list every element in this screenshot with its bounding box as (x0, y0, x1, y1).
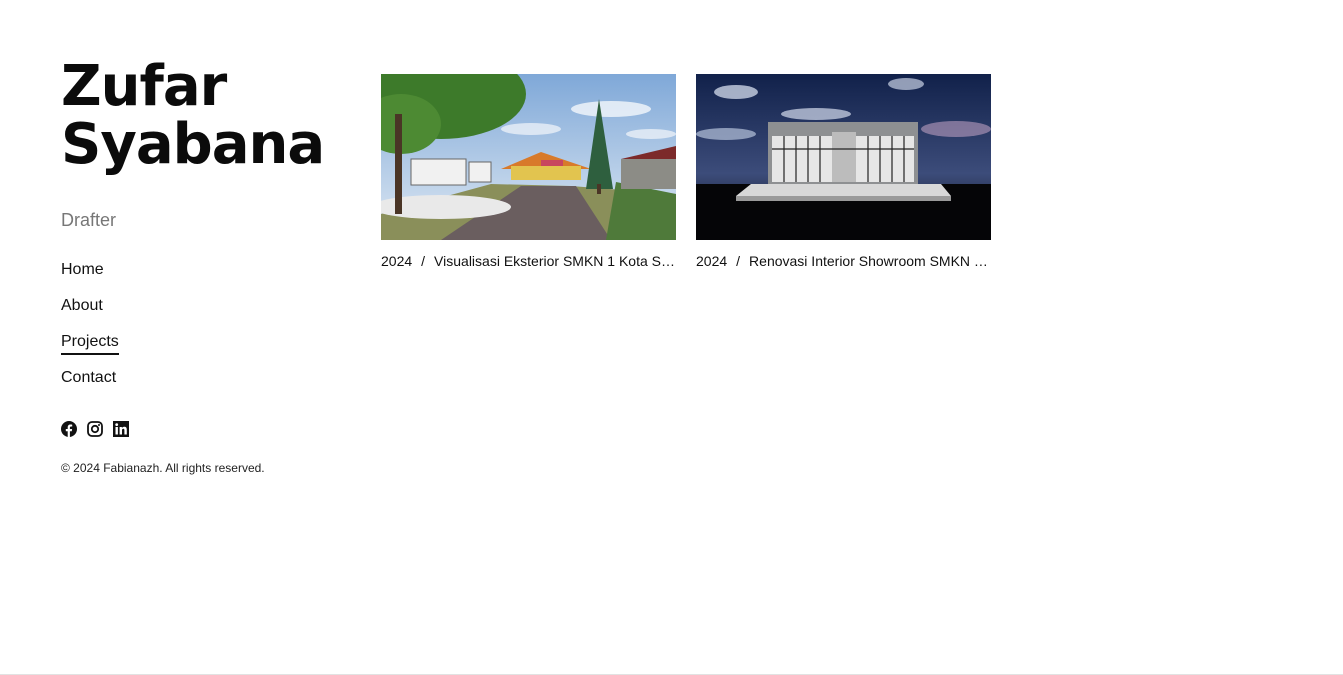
copyright: © 2024 Fabianazh. All rights reserved. (61, 461, 265, 475)
facebook-icon[interactable] (61, 421, 77, 437)
project-year: 2024 (381, 253, 413, 269)
project-title: Renovasi Interior Showroom SMKN 1 Kota S… (749, 253, 991, 269)
site-title[interactable]: Zufar Syabana (61, 58, 341, 174)
project-thumbnail-showroom[interactable] (696, 74, 991, 240)
project-thumbnail-exterior[interactable] (381, 74, 676, 240)
caption-separator: / (736, 253, 741, 269)
project-caption: 2024 / Visualisasi Eksterior SMKN 1 Kota S… (381, 253, 676, 269)
social-links (61, 421, 341, 437)
project-caption: 2024 / Renovasi Interior Showroom SMKN 1 K… (696, 253, 991, 269)
nav-contact[interactable]: Contact (61, 369, 116, 389)
projects-grid: 2024 / Visualisasi Eksterior SMKN 1 Kota S… (381, 74, 991, 269)
nav-home[interactable]: Home (61, 261, 104, 281)
linkedin-icon[interactable] (113, 421, 129, 437)
sidebar: Zufar Syabana Drafter Home About Project… (61, 58, 341, 475)
nav-projects[interactable]: Projects (61, 333, 119, 355)
main-nav: Home About Projects Contact (61, 261, 341, 405)
project-year: 2024 (696, 253, 728, 269)
site-title-line1: Zufar (61, 54, 227, 119)
tagline: Drafter (61, 210, 117, 230)
caption-separator: / (421, 253, 426, 269)
nav-about[interactable]: About (61, 297, 103, 317)
project-card[interactable]: 2024 / Visualisasi Eksterior SMKN 1 Kota S… (381, 74, 676, 269)
instagram-icon[interactable] (87, 421, 103, 437)
project-card[interactable]: 2024 / Renovasi Interior Showroom SMKN 1 K… (696, 74, 991, 269)
site-title-line2: Syabana (61, 112, 325, 177)
page: Zufar Syabana Drafter Home About Project… (0, 0, 1343, 675)
project-title: Visualisasi Eksterior SMKN 1 Kota Sukabu… (434, 253, 676, 269)
